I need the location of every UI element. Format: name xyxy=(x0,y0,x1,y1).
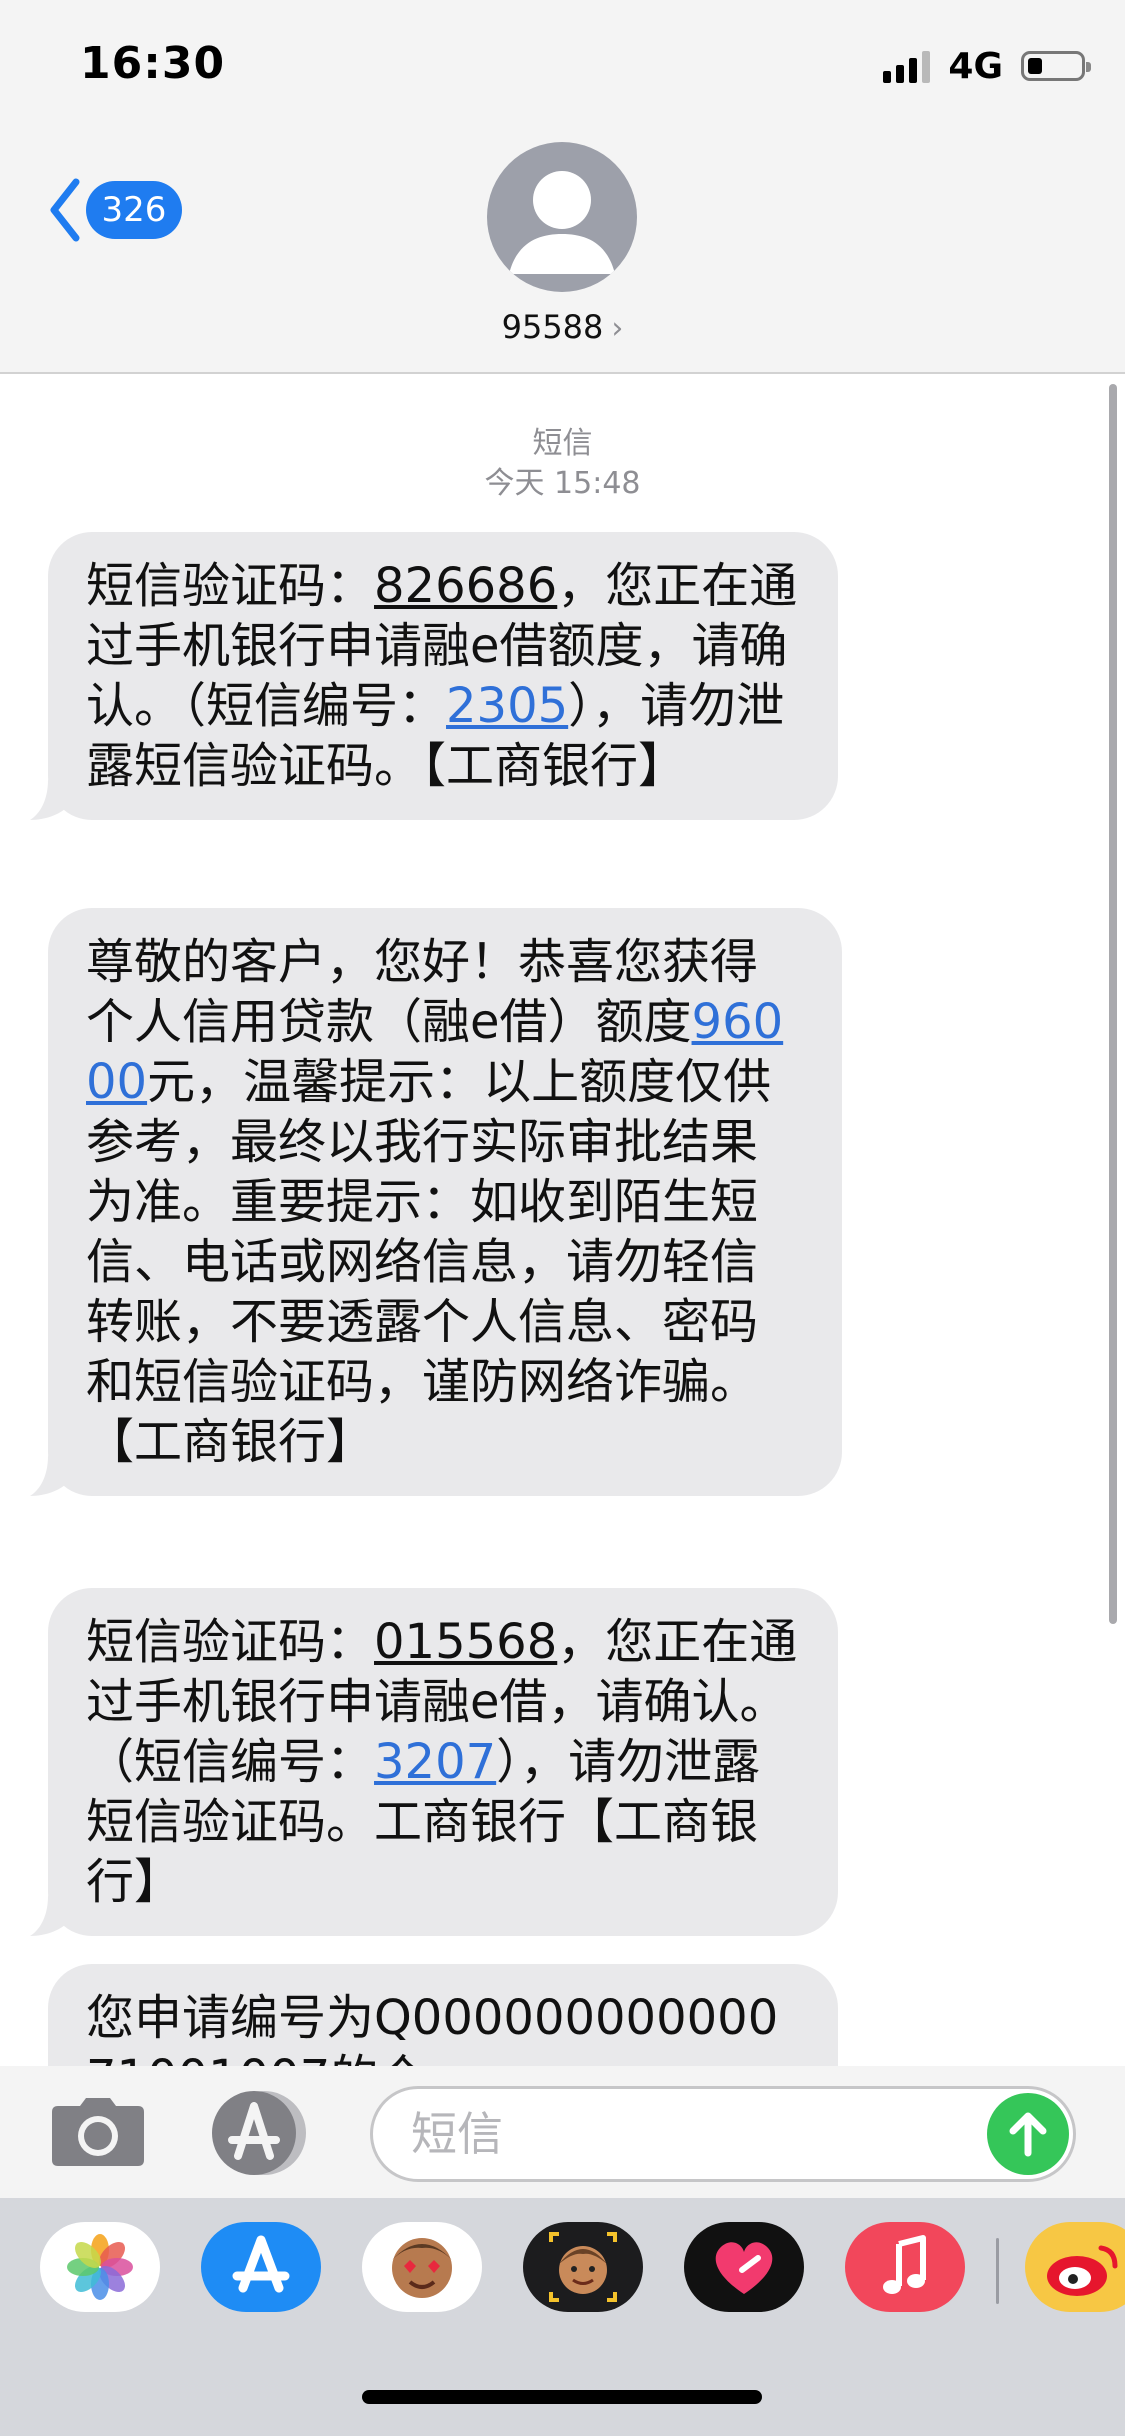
network-type: 4G xyxy=(948,45,1003,87)
camera-icon[interactable] xyxy=(50,2096,146,2168)
message-bubble[interactable]: 您申请编号为Q00000000000071001007的个 xyxy=(48,1964,838,2066)
message-text-segment: 尊敬的客户，您好！恭喜您获得个人信用贷款（融e借）额度 xyxy=(86,934,759,1050)
send-arrow-icon xyxy=(1009,2112,1047,2157)
signal-icon xyxy=(883,49,931,83)
channel-label: 短信 xyxy=(532,426,593,461)
message-bubble[interactable]: 尊敬的客户，您好！恭喜您获得个人信用贷款（融e借）额度96000元，温馨提示：以… xyxy=(30,908,842,1496)
bubble-tail xyxy=(30,1456,70,1496)
back-chevron-icon xyxy=(50,178,80,242)
message-input[interactable] xyxy=(409,2105,933,2163)
weibo-app-icon[interactable] xyxy=(1025,2222,1125,2312)
home-indicator[interactable] xyxy=(362,2390,762,2404)
avatar-person-icon xyxy=(509,171,615,274)
message-text-segment: 短信验证码： xyxy=(86,558,375,614)
status-bar: 16:30 4G xyxy=(0,0,1125,140)
message-text: 短信验证码：015568，您正在通过手机银行申请融e借，请确认。（短信编号：32… xyxy=(86,1612,800,1912)
bubble-tail xyxy=(30,780,70,820)
contact-name-button[interactable]: 95588 › xyxy=(0,308,1125,346)
status-time: 16:30 xyxy=(80,38,226,89)
bubble-tail xyxy=(30,1896,70,1936)
heart-app-icon[interactable] xyxy=(684,2222,804,2312)
back-button[interactable]: 326 xyxy=(48,178,182,242)
send-button[interactable] xyxy=(987,2093,1069,2175)
message-bubble[interactable]: 短信验证码：015568，您正在通过手机银行申请融e借，请确认。（短信编号：32… xyxy=(30,1588,838,1936)
message-text-segment: 您申请编号为Q00000000000071001007的个 xyxy=(86,1990,779,2066)
message-text-segment: 元，温馨提示：以上额度仅供参考，最终以我行实际审批结果为准。重要提示：如收到陌生… xyxy=(86,1054,772,1470)
conversation-header: 326 95588 › xyxy=(0,140,1125,374)
music-app-icon[interactable] xyxy=(845,2222,965,2312)
scroll-indicator[interactable] xyxy=(1109,384,1117,1624)
app-store-icon[interactable] xyxy=(208,2088,318,2178)
battery-icon xyxy=(1021,51,1091,81)
contact-name: 95588 xyxy=(501,308,604,346)
contact-avatar[interactable] xyxy=(487,142,637,292)
memoji-app-icon[interactable] xyxy=(523,2222,643,2312)
message-text: 尊敬的客户，您好！恭喜您获得个人信用贷款（融e借）额度96000元，温馨提示：以… xyxy=(86,932,804,1472)
memoji-stickers-app-icon[interactable] xyxy=(362,2222,482,2312)
thread-timestamp: 今天 15:48 xyxy=(484,466,641,501)
drawer-divider xyxy=(996,2238,999,2304)
chevron-right-icon: › xyxy=(611,311,624,346)
message-bubble[interactable]: 短信验证码：826686，您正在通过手机银行申请融e借额度，请确认。（短信编号：… xyxy=(30,532,838,820)
verification-code[interactable]: 826686 xyxy=(374,558,557,614)
thread-meta: 短信 今天 15:48 xyxy=(0,424,1125,504)
verification-code[interactable]: 015568 xyxy=(374,1614,557,1670)
message-text-segment: 短信验证码： xyxy=(86,1614,375,1670)
message-text: 您申请编号为Q00000000000071001007的个 xyxy=(86,1988,800,2066)
message-input-field[interactable] xyxy=(370,2086,1076,2182)
message-list[interactable]: 短信 今天 15:48 短信验证码：826686，您正在通过手机银行申请融e借额… xyxy=(0,374,1125,2066)
message-text: 短信验证码：826686，您正在通过手机银行申请融e借额度，请确认。（短信编号：… xyxy=(86,556,800,796)
detected-number-link[interactable]: 3207 xyxy=(374,1734,496,1790)
photos-app-icon[interactable] xyxy=(40,2222,160,2312)
composer-bar xyxy=(0,2066,1125,2198)
detected-number-link[interactable]: 2305 xyxy=(446,678,568,734)
status-indicators: 4G xyxy=(883,45,1091,87)
unread-count-badge: 326 xyxy=(86,181,182,239)
app-store-app-icon[interactable] xyxy=(201,2222,321,2312)
